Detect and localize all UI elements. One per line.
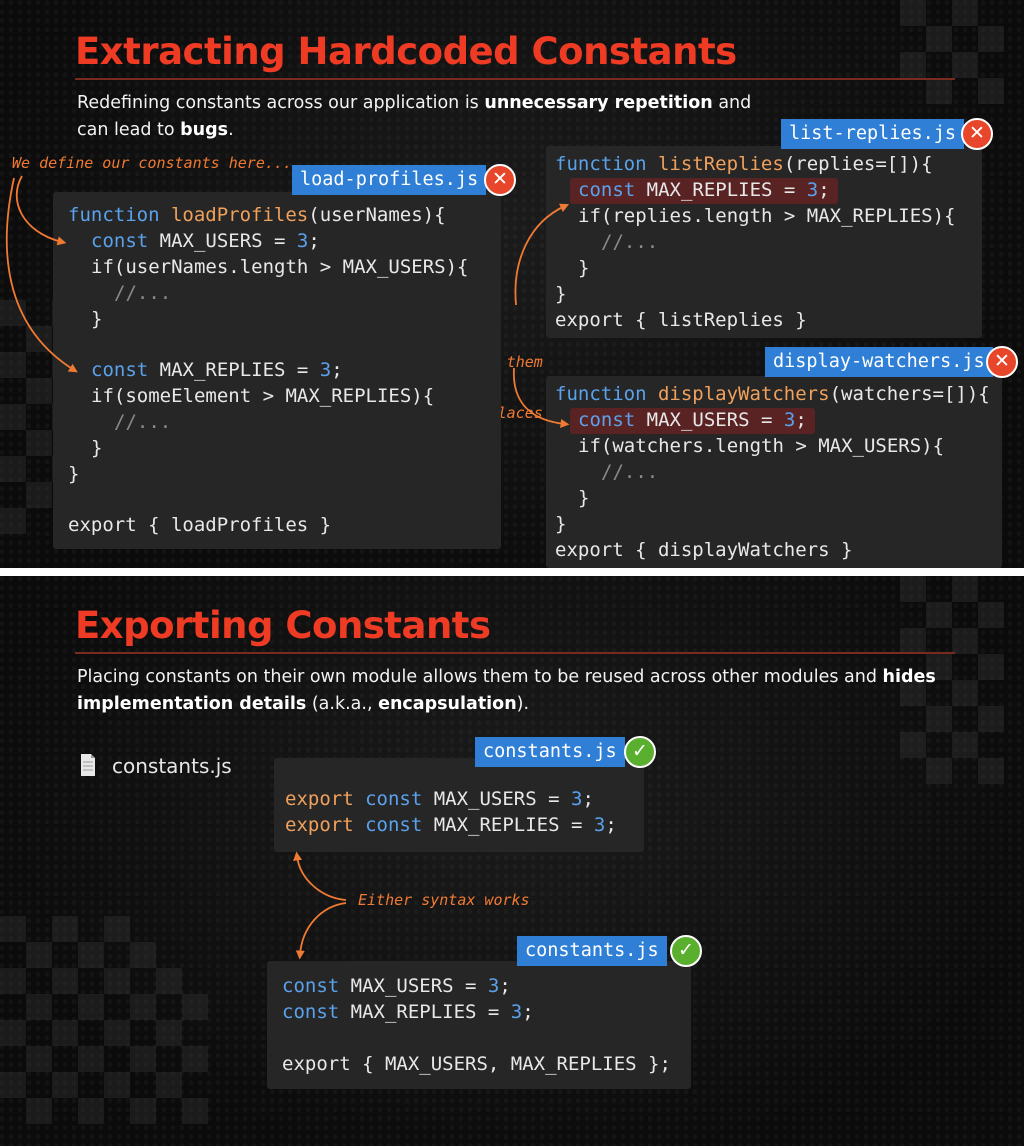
arrow-either-up xyxy=(293,851,347,901)
arrow-either-down xyxy=(295,902,347,960)
annotation-arrows xyxy=(5,175,570,960)
arrow-to-list-replies xyxy=(514,203,570,306)
arrow-to-display-watchers xyxy=(513,367,570,428)
arrow-to-max-users xyxy=(15,175,67,246)
arrow-to-max-replies xyxy=(5,177,78,373)
